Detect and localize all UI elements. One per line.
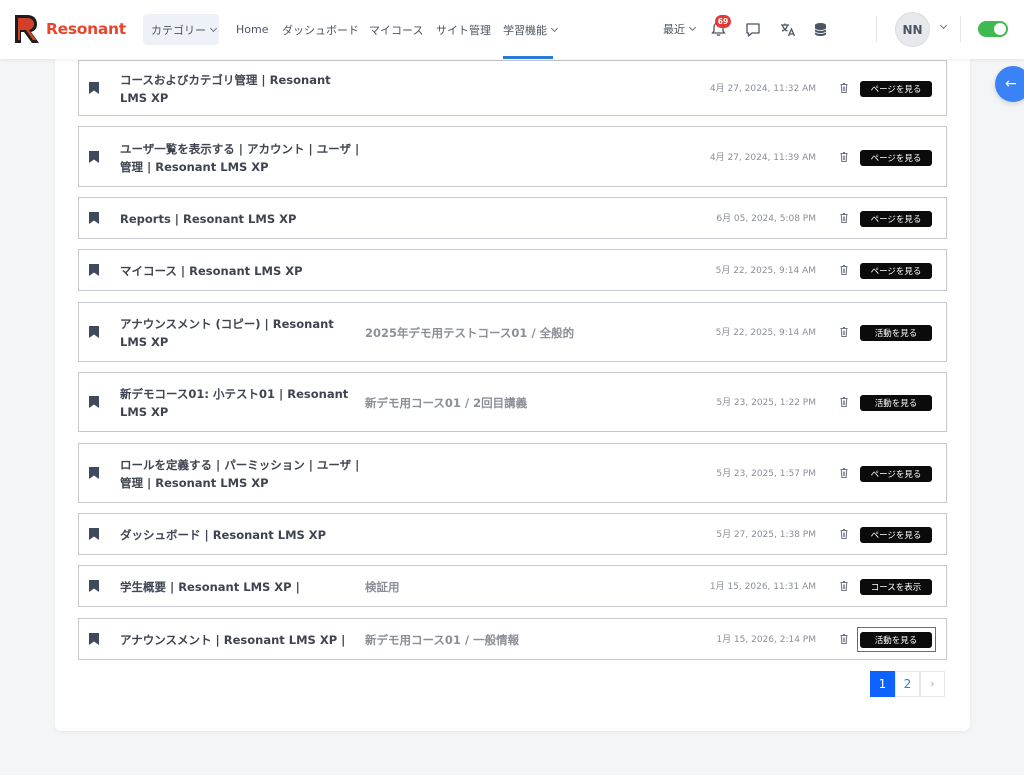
nav-learning-label: 学習機能 [503, 23, 547, 37]
nav-category-dropdown[interactable]: カテゴリー [143, 14, 219, 45]
page-title-link[interactable]: アナウンスメント (コピー) | Resonant LMS XP [120, 315, 360, 351]
bookmark-icon[interactable] [89, 264, 99, 276]
view-button[interactable]: 活動を見る [860, 395, 932, 411]
page-title-link[interactable]: Reports | Resonant LMS XP [120, 210, 360, 228]
list-item: Reports | Resonant LMS XP 6月 05, 2024, 5:… [78, 197, 947, 239]
pagination: 1 2 › [870, 671, 945, 697]
visit-timestamp: 4月 27, 2024, 11:39 AM [709, 152, 816, 163]
page-title-link[interactable]: ダッシュボード | Resonant LMS XP [120, 526, 360, 544]
drawer-open-button[interactable]: ← [995, 66, 1024, 102]
bookmark-icon[interactable] [89, 82, 99, 94]
trash-icon[interactable] [840, 397, 848, 407]
course-path: 検証用 [365, 580, 400, 594]
view-button[interactable]: ページを見る [860, 527, 932, 543]
visit-timestamp: 1月 15, 2026, 2:14 PM [716, 635, 816, 645]
trash-icon[interactable] [840, 213, 848, 223]
list-item: 新デモコース01: 小テスト01 | Resonant LMS XP 新デモ用コー… [78, 372, 947, 432]
visit-timestamp: 4月 27, 2024, 11:32 AM [709, 84, 816, 94]
bookmark-icon[interactable] [89, 396, 99, 408]
database-icon[interactable] [810, 18, 830, 40]
list-item: アナウンスメント (コピー) | Resonant LMS XP 2025年デモ用… [78, 302, 947, 362]
top-navbar: Resonant カテゴリー Home ダッシュボード マイコース サイト管理 … [0, 0, 1024, 59]
trash-icon[interactable] [840, 634, 848, 644]
notification-count-badge: 69 [715, 15, 731, 28]
recent-label: 最近 [663, 23, 685, 36]
trash-icon[interactable] [840, 581, 848, 591]
bookmark-icon[interactable] [89, 580, 99, 592]
list-item: コースおよびカテゴリ管理 | Resonant LMS XP 4月 27, 202… [78, 60, 947, 116]
trash-icon[interactable] [840, 83, 848, 93]
nav-mycourses[interactable]: マイコース [369, 14, 423, 45]
arrow-left-icon: ← [1005, 76, 1017, 92]
visit-timestamp: 5月 22, 2025, 9:14 AM [715, 266, 816, 276]
language-translate-icon[interactable] [778, 18, 798, 40]
nav-learning-dropdown[interactable]: 学習機能 [503, 14, 559, 45]
course-path: 新デモ用コース01 / 一般情報 [365, 633, 520, 647]
chevron-down-icon [550, 24, 559, 32]
list-item: ロールを定義する | パーミッション | ユーザ | 管理 | Resonant… [78, 443, 947, 503]
navbar-divider [960, 16, 961, 42]
list-item: アナウンスメント | Resonant LMS XP | 新デモ用コース01 / … [78, 618, 947, 660]
bookmark-icon[interactable] [89, 633, 99, 645]
visit-timestamp: 5月 23, 2025, 1:22 PM [716, 398, 816, 408]
page-title-link[interactable]: 新デモコース01: 小テスト01 | Resonant LMS XP [120, 385, 360, 421]
visit-timestamp: 1月 15, 2026, 11:31 AM [709, 582, 816, 592]
chevron-down-icon [209, 24, 218, 32]
nav-home[interactable]: Home [236, 14, 268, 45]
nav-site-admin[interactable]: サイト管理 [436, 14, 491, 45]
recent-dropdown[interactable]: 最近 [663, 21, 697, 37]
chat-icon[interactable] [743, 18, 763, 40]
course-path: 2025年デモ用テストコース01 / 全般的 [365, 326, 575, 340]
course-path: 新デモ用コース01 / 2回目講義 [365, 396, 528, 410]
visit-timestamp: 5月 23, 2025, 1:57 PM [716, 469, 816, 479]
list-item: ユーザ一覧を表示する | アカウント | ユーザ | 管理 | Resonant… [78, 126, 947, 187]
bookmark-icon[interactable] [89, 150, 99, 163]
mode-toggle-switch[interactable] [978, 21, 1008, 37]
view-button[interactable]: ページを見る [860, 211, 932, 227]
view-button[interactable]: ページを見る [860, 149, 932, 166]
bookmark-icon[interactable] [89, 326, 99, 338]
visit-timestamp: 5月 27, 2025, 1:38 PM [716, 530, 816, 540]
list-item: マイコース | Resonant LMS XP 5月 22, 2025, 9:14… [78, 249, 947, 291]
chevron-down-icon[interactable] [939, 21, 948, 30]
page-title-link[interactable]: マイコース | Resonant LMS XP [120, 262, 360, 280]
page-title-link[interactable]: 学生概要 | Resonant LMS XP | [120, 578, 360, 596]
trash-icon[interactable] [840, 529, 848, 539]
bookmark-icon[interactable] [89, 467, 99, 479]
page-1-button[interactable]: 1 [870, 671, 895, 697]
view-button[interactable]: ページを見る [860, 263, 932, 279]
visit-timestamp: 6月 05, 2024, 5:08 PM [716, 214, 816, 224]
nav-dashboard[interactable]: ダッシュボード [282, 14, 359, 45]
user-avatar[interactable]: NN [895, 12, 930, 47]
page-title-link[interactable]: コースおよびカテゴリ管理 | Resonant LMS XP [120, 71, 360, 107]
trash-icon[interactable] [840, 327, 848, 337]
view-button[interactable]: コースを表示 [860, 579, 932, 595]
navbar-divider [876, 16, 877, 42]
bookmark-icon[interactable] [89, 212, 99, 224]
trash-icon[interactable] [840, 265, 848, 275]
view-button[interactable]: 活動を見る [860, 325, 932, 341]
page-title-link[interactable]: ユーザ一覧を表示する | アカウント | ユーザ | 管理 | Resonant… [120, 140, 360, 176]
trash-icon[interactable] [840, 468, 848, 478]
brand-logo[interactable]: Resonant [12, 12, 126, 46]
page-title-link[interactable]: ロールを定義する | パーミッション | ユーザ | 管理 | Resonant… [120, 456, 360, 492]
chevron-down-icon [688, 23, 697, 32]
page-2-button[interactable]: 2 [895, 671, 920, 697]
next-page-button[interactable]: › [920, 671, 945, 697]
page-title-link[interactable]: アナウンスメント | Resonant LMS XP | [120, 631, 360, 649]
view-button[interactable]: ページを見る [860, 81, 932, 97]
nav-category-label: カテゴリー [151, 23, 206, 37]
visit-timestamp: 5月 22, 2025, 9:14 AM [715, 328, 816, 338]
list-item: 学生概要 | Resonant LMS XP | 検証用 1月 15, 2026, … [78, 565, 947, 607]
bookmark-icon[interactable] [89, 528, 99, 540]
trash-icon[interactable] [840, 151, 848, 162]
list-item: ダッシュボード | Resonant LMS XP 5月 27, 2025, 1:… [78, 513, 947, 555]
resonant-logo-icon [15, 15, 39, 43]
brand-name: Resonant [46, 20, 126, 38]
selection-highlight [857, 627, 936, 652]
active-nav-indicator [503, 56, 553, 59]
view-button[interactable]: ページを見る [860, 466, 932, 482]
